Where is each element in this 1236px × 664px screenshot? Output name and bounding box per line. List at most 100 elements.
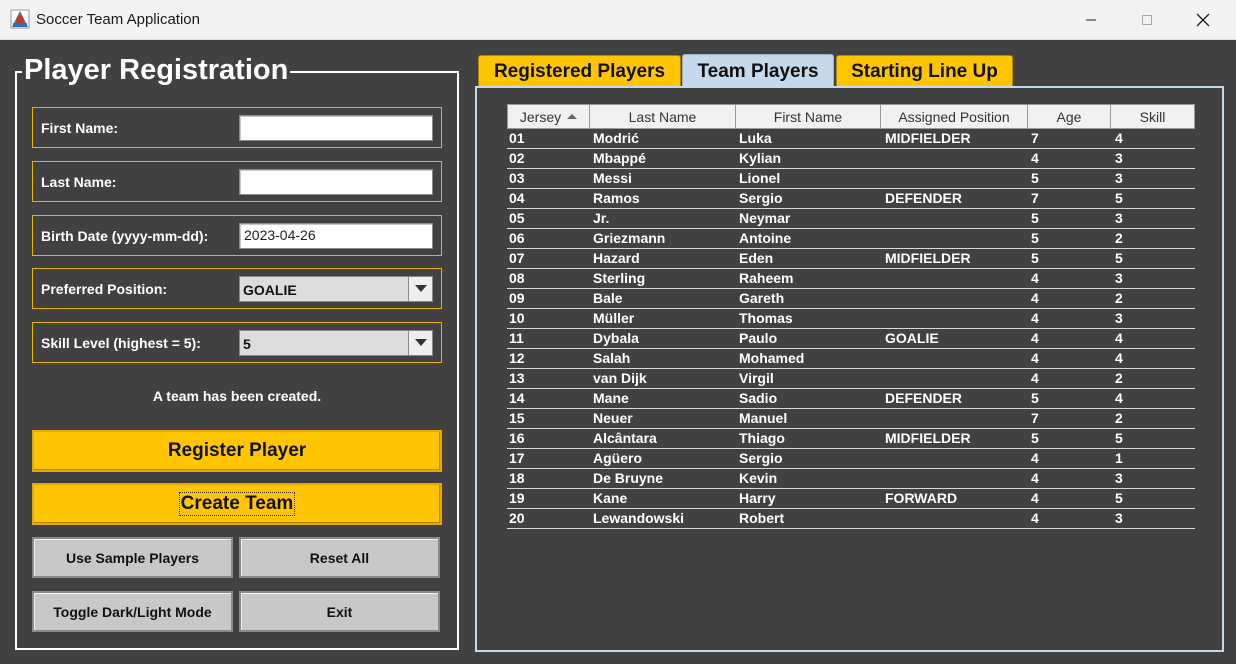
reset-all-button[interactable]: Reset All [239,537,440,578]
column-header-skill[interactable]: Skill [1111,104,1195,129]
table-row[interactable]: 03 Messi Lionel 5 3 [507,169,1195,189]
table-cell: MIDFIELDER [885,250,971,266]
tab-registered-players[interactable]: Registered Players [478,55,681,87]
column-header-label: Age [1056,108,1082,125]
exit-label: Exit [326,603,353,620]
minimize-button[interactable] [1068,0,1114,40]
table-cell: 4 [1031,470,1039,486]
minimize-icon [1086,19,1096,21]
table-row[interactable]: 13 van Dijk Virgil 4 2 [507,369,1195,389]
toggle-mode-button[interactable]: Toggle Dark/Light Mode [32,591,233,632]
table-cell: 2 [1115,410,1123,426]
toggle-mode-label: Toggle Dark/Light Mode [53,603,212,620]
last-name-row: Last Name: [32,161,442,202]
table-cell: 4 [1115,350,1123,366]
table-cell: Sergio [739,190,783,206]
tab-team-players[interactable]: Team Players [682,54,834,88]
table-row[interactable]: 09 Bale Gareth 4 2 [507,289,1195,309]
table-row[interactable]: 14 Mane Sadio DEFENDER 5 4 [507,389,1195,409]
birth-date-label: Birth Date (yyyy-mm-dd): [41,228,209,244]
tab-team-players-label: Team Players [697,60,819,82]
table-cell: DEFENDER [885,390,963,406]
table-cell: 4 [1115,330,1123,346]
table-cell: van Dijk [593,370,647,386]
table-cell: Modrić [593,130,639,146]
table-row[interactable]: 05 Jr. Neymar 5 3 [507,209,1195,229]
column-header-age[interactable]: Age [1028,104,1111,129]
title-bar: Soccer Team Application [0,0,1236,40]
sort-ascending-icon [567,114,578,119]
use-sample-players-label: Use Sample Players [65,549,200,566]
status-message: A team has been created. [152,388,322,404]
table-row[interactable]: 16 Alcântara Thiago MIDFIELDER 5 5 [507,429,1195,449]
team-players-panel: Jersey Last Name First Name Assigned Pos… [475,86,1224,652]
table-cell [883,469,1029,488]
birth-date-field[interactable]: 2023-04-26 [239,223,433,249]
tab-starting-line-up[interactable]: Starting Line Up [836,55,1013,87]
table-cell: 07 [509,250,525,266]
table-cell: Messi [593,170,632,186]
table-cell: Salah [593,350,631,366]
preferred-position-select[interactable]: GOALIE [239,276,433,302]
table-cell: Gareth [739,290,785,306]
table-row[interactable]: 02 Mbappé Kylian 4 3 [507,149,1195,169]
table-cell: 4 [1031,370,1039,386]
table-cell: Jr. [593,210,610,226]
table-cell: 14 [509,390,525,406]
table-row[interactable]: 17 Agüero Sergio 4 1 [507,449,1195,469]
register-player-button[interactable]: Register Player [32,430,442,472]
column-header-assigned-position[interactable]: Assigned Position [881,104,1028,129]
table-cell: 5 [1031,250,1039,266]
table-cell: Eden [739,250,774,266]
table-cell: 09 [509,290,525,306]
table-cell: 4 [1115,130,1123,146]
maximize-button[interactable] [1124,0,1170,40]
table-cell [883,349,1029,368]
table-row[interactable]: 20 Lewandowski Robert 4 3 [507,509,1195,529]
skill-level-select[interactable]: 5 [239,330,433,356]
last-name-label: Last Name: [41,174,117,190]
chevron-down-icon [414,339,427,346]
table-cell: 4 [1031,150,1039,166]
table-row[interactable]: 15 Neuer Manuel 7 2 [507,409,1195,429]
table-cell: Sergio [739,450,783,466]
create-team-button[interactable]: Create Team [32,483,442,525]
position-dropdown-button[interactable] [408,277,432,301]
table-row[interactable]: 01 Modrić Luka MIDFIELDER 7 4 [507,129,1195,149]
column-header-label: Last Name [628,108,697,125]
close-button[interactable] [1180,0,1226,40]
table-cell: Antoine [739,230,792,246]
table-cell: 2 [1115,290,1123,306]
table-row[interactable]: 19 Kane Harry FORWARD 4 5 [507,489,1195,509]
table-cell: 4 [1031,450,1039,466]
table-row[interactable]: 12 Salah Mohamed 4 4 [507,349,1195,369]
last-name-field[interactable] [239,169,433,195]
birth-date-row: Birth Date (yyyy-mm-dd): 2023-04-26 [32,215,442,256]
first-name-label: First Name: [41,120,119,136]
table-row[interactable]: 11 Dybala Paulo GOALIE 4 4 [507,329,1195,349]
table-cell: 5 [1031,210,1039,226]
maximize-icon [1142,15,1152,25]
first-name-field[interactable] [239,115,433,141]
table-row[interactable]: 10 Müller Thomas 4 3 [507,309,1195,329]
table-cell: Luka [739,130,772,146]
table-row[interactable]: 07 Hazard Eden MIDFIELDER 5 5 [507,249,1195,269]
table-row[interactable]: 08 Sterling Raheem 4 3 [507,269,1195,289]
column-header-jersey[interactable]: Jersey [507,104,590,129]
column-header-last-name[interactable]: Last Name [590,104,736,129]
table-row[interactable]: 04 Ramos Sergio DEFENDER 7 5 [507,189,1195,209]
table-cell: De Bruyne [593,470,664,486]
table-row[interactable]: 06 Griezmann Antoine 5 2 [507,229,1195,249]
table-row[interactable]: 18 De Bruyne Kevin 4 3 [507,469,1195,489]
use-sample-players-button[interactable]: Use Sample Players [32,537,233,578]
exit-button[interactable]: Exit [239,591,440,632]
column-header-label: Assigned Position [898,108,1010,125]
column-header-first-name[interactable]: First Name [736,104,881,129]
skill-level-value: 5 [243,336,251,352]
table-cell: 5 [1115,490,1123,506]
skill-dropdown-button[interactable] [408,331,432,355]
register-player-label: Register Player [167,440,307,461]
table-cell: 02 [509,150,525,166]
create-team-label: Create Team [178,492,296,516]
table-cell: Virgil [739,370,774,386]
